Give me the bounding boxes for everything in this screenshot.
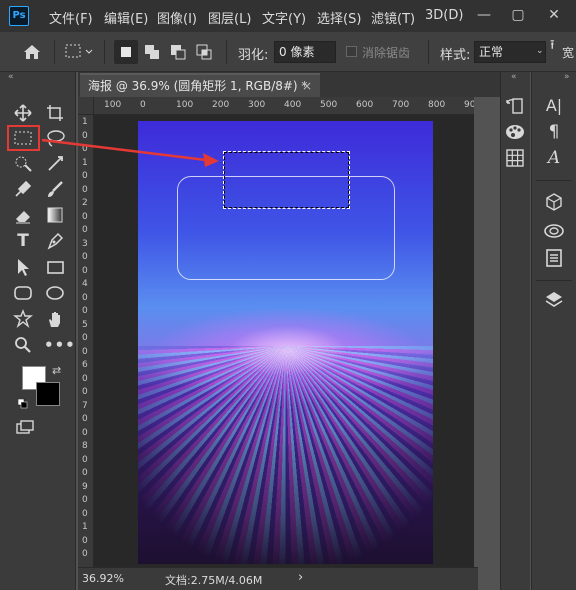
- panel-dock-collapsed: «: [500, 72, 530, 590]
- collapse-right-icon[interactable]: »: [564, 72, 570, 82]
- status-menu-chevron-icon[interactable]: ›: [298, 570, 303, 585]
- swatches-grid-icon[interactable]: [503, 146, 527, 170]
- history-icon[interactable]: [503, 94, 527, 118]
- panel-dock-right: » A| ¶ A: [531, 72, 576, 590]
- character-panel-icon[interactable]: A|: [542, 94, 566, 118]
- layers-icon[interactable]: [542, 288, 566, 312]
- glyphs-panel-icon[interactable]: A: [542, 146, 566, 170]
- zoom-level[interactable]: 36.92%: [82, 572, 124, 585]
- libraries-icon[interactable]: [542, 218, 566, 242]
- paragraph-panel-icon[interactable]: ¶: [542, 120, 566, 144]
- expand-panels-icon[interactable]: «: [511, 72, 517, 82]
- status-bar: 36.92% 文档:2.75M/4.06M ›: [78, 567, 478, 590]
- annotation-arrow: [41, 138, 219, 167]
- color-palette-icon[interactable]: [503, 120, 527, 144]
- properties-icon[interactable]: [542, 246, 566, 270]
- 3d-panel-icon[interactable]: [542, 190, 566, 214]
- document-info: 文档:2.75M/4.06M: [165, 574, 263, 587]
